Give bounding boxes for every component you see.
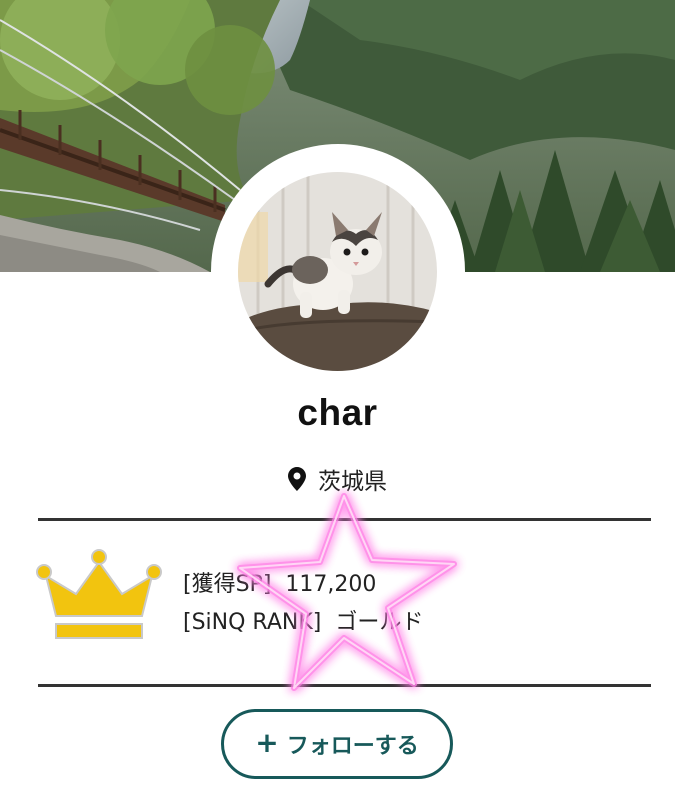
location: 茨城県 [0,462,675,496]
crown-icon [36,549,162,639]
follow-button[interactable]: + フォローする [221,709,453,779]
plus-icon: + [255,725,279,759]
map-pin-icon [288,467,306,491]
rank-divider-bottom [38,684,651,687]
sp-value: 117,200 [285,572,377,597]
profile-page: char 茨城県 [獲得SP] 117,200 [SiNQ RANK] ゴールド [0,0,675,810]
sp-label: [獲得SP] [183,572,272,597]
rank-stats: [獲得SP] 117,200 [SiNQ RANK] ゴールド [183,566,423,642]
sp-row: [獲得SP] 117,200 [183,566,423,604]
rank-divider-top [38,518,651,521]
follow-label: フォローする [286,734,419,759]
location-text: 茨城県 [318,469,387,495]
rank-value: ゴールド [335,610,424,635]
rank-row: [SiNQ RANK] ゴールド [183,604,423,642]
avatar[interactable] [238,172,437,371]
username: char [297,392,378,433]
rank-label: [SiNQ RANK] [183,610,322,635]
